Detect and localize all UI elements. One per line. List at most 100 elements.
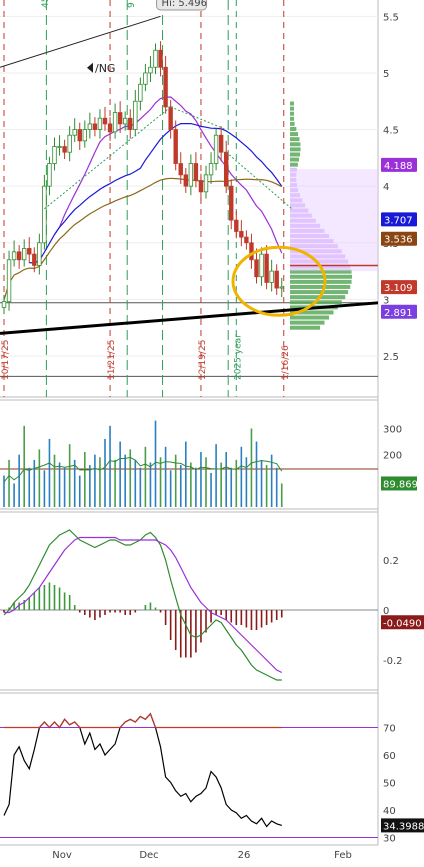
macd-histogram-bar <box>200 610 202 643</box>
candle-body <box>87 123 93 130</box>
symbol-arrow-icon <box>87 62 93 73</box>
volume-bar <box>139 467 142 507</box>
candle-body <box>163 66 168 108</box>
macd-histogram-bar <box>53 585 56 610</box>
macd-histogram-bar <box>235 610 238 625</box>
macd-histogram-bar <box>280 610 283 618</box>
macd-histogram-bar <box>99 610 101 618</box>
value-area-box <box>290 169 378 272</box>
rsi-tick-label: 60 <box>383 751 396 762</box>
macd-signal-line <box>4 536 283 674</box>
macd-histogram-bar <box>144 605 147 610</box>
volume-bar <box>73 459 76 507</box>
volume-bar <box>144 446 147 507</box>
rsi-line <box>3 712 282 828</box>
macd-histogram-bar <box>139 610 142 611</box>
top-marker-label: 45 <box>41 0 51 8</box>
volume-bar <box>255 441 258 507</box>
price-tick-label: 4 <box>383 182 389 193</box>
volume-bar <box>63 467 66 507</box>
macd-histogram-bar <box>195 610 197 653</box>
volume-bar <box>265 465 268 507</box>
candle-body <box>153 49 158 68</box>
profile-bar <box>290 320 325 325</box>
macd-histogram-bar <box>240 610 243 625</box>
volume-bar <box>3 475 5 507</box>
price-tick-label: 5 <box>383 69 389 80</box>
macd-histogram-bar <box>114 610 116 613</box>
volume-tick-label: 200 <box>383 451 402 462</box>
macd-histogram-bar <box>73 605 76 610</box>
candle-body <box>279 286 284 289</box>
price-badge-text: 2.891 <box>384 308 413 319</box>
candle-body <box>72 129 77 136</box>
volume-badge-text: 89.869 <box>383 479 418 490</box>
macd-histogram-bar <box>84 610 86 615</box>
candle-body <box>92 123 98 130</box>
chart-canvas: 10/17/25 11/21/25 12/19/25 2025 year 1/16/26… <box>0 0 424 861</box>
macd-histogram-bar <box>63 592 66 610</box>
period-marker-label: 1/16/26 <box>281 345 291 380</box>
ma-purple-line <box>54 96 283 254</box>
volume-bar <box>275 467 278 507</box>
profile-bar <box>290 315 330 320</box>
candle-body <box>11 251 17 261</box>
profile-bar <box>290 106 294 111</box>
volume-bar <box>99 457 101 507</box>
macd-histogram-bar <box>250 610 253 630</box>
candle-body <box>259 253 264 278</box>
volume-bar <box>134 459 137 507</box>
candle-body <box>274 270 279 289</box>
macd-histogram-bar <box>230 610 233 623</box>
macd-histogram-bar <box>275 610 278 620</box>
macd-histogram-bar <box>33 592 36 610</box>
profile-bar <box>290 147 301 152</box>
price-tick-label: 2.5 <box>383 352 399 363</box>
candle-body <box>102 117 108 125</box>
candle-body <box>1 301 7 308</box>
candle-body <box>97 117 103 130</box>
macd-histogram-bar <box>169 610 172 640</box>
macd-histogram-bar <box>89 610 91 618</box>
candle-body <box>21 248 27 261</box>
candle-body <box>62 146 67 153</box>
candle-body <box>16 251 22 261</box>
volume-bar <box>58 462 61 507</box>
profile-bar <box>290 290 349 295</box>
macd-badge-text: -0.0490 <box>383 618 422 629</box>
volume-bar <box>89 465 91 507</box>
rsi-badge-text: 34.3988 <box>383 821 424 832</box>
profile-bar <box>290 132 299 137</box>
volume-bar <box>245 457 248 507</box>
candle-body <box>37 242 42 266</box>
macd-histogram-bar <box>260 610 263 628</box>
candle-body <box>229 185 234 221</box>
price-badge-text: 3.536 <box>384 235 413 246</box>
candle-body <box>57 146 62 148</box>
volume-bar <box>53 454 56 507</box>
candle-body <box>67 134 72 153</box>
period-marker-label: 10/17/25 <box>1 340 11 380</box>
volume-bar <box>114 459 116 507</box>
volume-bar <box>43 470 46 507</box>
x-tick-label: 26 <box>238 850 251 861</box>
ma-blue-line <box>29 123 283 264</box>
rsi-panel <box>0 712 378 838</box>
candlesticks <box>1 41 284 315</box>
price-badge-text: 4.188 <box>384 161 413 172</box>
macd-histogram-bar <box>109 610 111 613</box>
macd-histogram-bar <box>48 582 51 610</box>
macd-histogram-bar <box>78 610 81 613</box>
candle-body <box>178 163 183 176</box>
macd-histogram-bar <box>159 610 162 613</box>
volume-bar <box>280 483 283 507</box>
volume-bar <box>215 444 217 507</box>
macd-histogram-bar <box>38 587 41 610</box>
price-badge-text: 3.109 <box>384 283 413 294</box>
candle-body <box>32 253 37 266</box>
profile-bar <box>290 152 301 157</box>
candle-body <box>27 248 32 255</box>
upper-trendline <box>0 15 161 68</box>
candle-body <box>77 129 82 142</box>
volume-bar <box>230 467 233 507</box>
